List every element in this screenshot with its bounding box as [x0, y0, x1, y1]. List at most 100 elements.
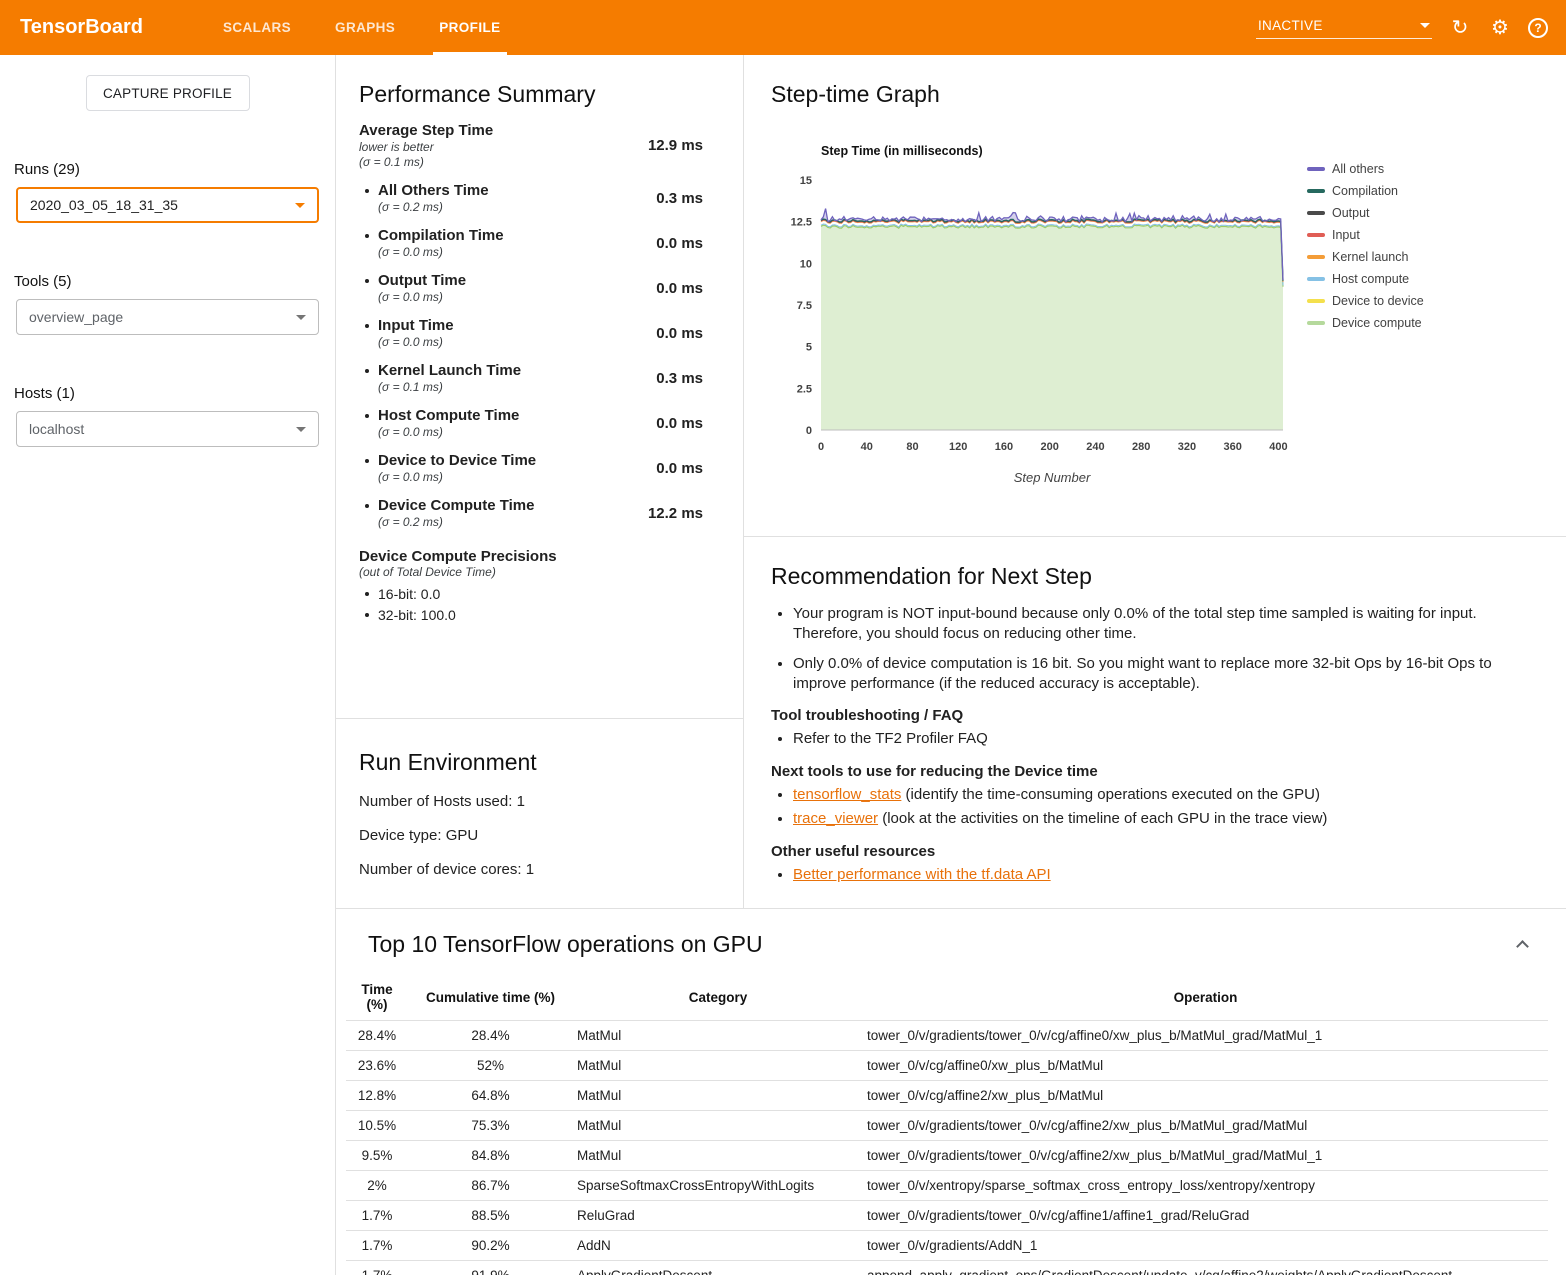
ops-table-row: 1.7%91.9%ApplyGradientDescentappend_appl… [346, 1261, 1548, 1275]
next-tools-list: tensorflow_stats (identify the time-cons… [771, 785, 1520, 829]
svg-text:160: 160 [995, 441, 1013, 453]
refresh-icon[interactable]: ↻ [1448, 16, 1472, 40]
chevron-down-icon [296, 427, 306, 432]
ops-cell: 90.2% [408, 1231, 573, 1261]
recommendation-bullets: Your program is NOT input-bound because … [771, 604, 1520, 693]
collapse-section-button[interactable] [1510, 933, 1534, 957]
capture-profile-button[interactable]: CAPTURE PROFILE [86, 75, 250, 111]
svg-text:400: 400 [1269, 441, 1287, 453]
legend-item: Device to device [1307, 294, 1424, 308]
summary-column: Performance Summary Average Step Time lo… [336, 55, 744, 908]
runs-dropdown[interactable]: 2020_03_05_18_31_35 [16, 187, 319, 223]
svg-text:80: 80 [906, 441, 918, 453]
tools-dropdown[interactable]: overview_page [16, 299, 319, 335]
tab-graphs[interactable]: GRAPHS [313, 0, 417, 55]
tab-scalars[interactable]: SCALARS [201, 0, 313, 55]
precision-item: 16-bit: 0.0 [359, 586, 703, 602]
faq-title: Tool troubleshooting / FAQ [771, 707, 1520, 724]
svg-text:0: 0 [806, 425, 812, 437]
ops-cell: tower_0/v/gradients/tower_0/v/cg/affine1… [863, 1201, 1548, 1231]
bullet-icon [365, 369, 369, 373]
metric-name: Compilation Time [378, 227, 504, 244]
ops-table-row: 1.7%88.5%ReluGradtower_0/v/gradients/tow… [346, 1201, 1548, 1231]
bullet-icon [365, 414, 369, 418]
performance-summary-title: Performance Summary [359, 81, 703, 108]
help-icon[interactable]: ? [1528, 18, 1548, 38]
environment-line: Number of device cores: 1 [359, 861, 720, 878]
runs-dropdown-value: 2020_03_05_18_31_35 [30, 197, 178, 213]
metric-name: Average Step Time [359, 122, 493, 139]
ops-cell: tower_0/v/gradients/tower_0/v/cg/affine0… [863, 1021, 1548, 1051]
step-time-chart[interactable]: 02.557.51012.515040801201602002402803203… [771, 170, 1301, 492]
perf-summary-item: Device to Device Time(σ = 0.0 ms)0.0 ms [359, 452, 703, 484]
legend-swatch [1307, 211, 1325, 215]
step-time-chart-area: Step Time (in milliseconds) 02.557.51012… [771, 144, 1556, 495]
tools-dropdown-value: overview_page [29, 309, 123, 325]
svg-text:12.5: 12.5 [791, 217, 812, 229]
legend-swatch [1307, 189, 1325, 193]
recommendation-bullet: Your program is NOT input-bound because … [793, 604, 1520, 643]
chart-title: Step Time (in milliseconds) [821, 144, 1301, 158]
perf-summary-item: Compilation Time(σ = 0.0 ms) 0.0 ms [359, 227, 703, 259]
page-layout: CAPTURE PROFILE Runs (29) 2020_03_05_18_… [0, 55, 1566, 1275]
ops-cell: MatMul [573, 1141, 863, 1171]
chevron-up-icon [1516, 940, 1529, 953]
legend-label: Kernel launch [1332, 250, 1408, 264]
ops-cell: 1.7% [346, 1261, 408, 1275]
svg-text:7.5: 7.5 [797, 300, 812, 312]
svg-text:5: 5 [806, 342, 812, 354]
ops-table-row: 1.7%90.2%AddNtower_0/v/gradients/AddN_1 [346, 1231, 1548, 1261]
precision-value: 32-bit: 100.0 [378, 607, 456, 623]
perf-summary-item: Output Time(σ = 0.0 ms)0.0 ms [359, 272, 703, 304]
status-dropdown[interactable]: INACTIVE [1256, 16, 1432, 39]
metric-value: 0.0 ms [656, 235, 703, 252]
tools-label: Tools (5) [14, 273, 335, 290]
runs-label: Runs (29) [14, 161, 335, 178]
ops-cell: ReluGrad [573, 1201, 863, 1231]
chevron-down-icon [296, 315, 306, 320]
perf-summary-item: Input Time(σ = 0.0 ms)0.0 ms [359, 317, 703, 349]
legend-swatch [1307, 299, 1325, 303]
ops-cell: 10.5% [346, 1111, 408, 1141]
ops-cell: tower_0/v/gradients/tower_0/v/cg/affine2… [863, 1141, 1548, 1171]
ops-cell: 28.4% [408, 1021, 573, 1051]
ops-cell: AddN [573, 1231, 863, 1261]
ops-col-header: Time (%) [346, 974, 408, 1021]
chevron-down-icon [295, 203, 305, 208]
legend-swatch [1307, 255, 1325, 259]
legend-label: Compilation [1332, 184, 1398, 198]
recommendation-section: Recommendation for Next Step Your progra… [744, 537, 1566, 889]
metric-name: Output Time [378, 272, 466, 289]
metric-sigma: (σ = 0.0 ms) [378, 290, 466, 304]
tool-link[interactable]: tensorflow_stats [793, 786, 901, 803]
legend-label: Output [1332, 206, 1370, 220]
ops-cell: 2% [346, 1171, 408, 1201]
main-content: Performance Summary Average Step Time lo… [335, 55, 1566, 1275]
ops-cell: ApplyGradientDescent [573, 1261, 863, 1275]
svg-text:360: 360 [1224, 441, 1242, 453]
ops-table-row: 10.5%75.3%MatMultower_0/v/gradients/towe… [346, 1111, 1548, 1141]
ops-col-header: Cumulative time (%) [408, 974, 573, 1021]
hosts-dropdown[interactable]: localhost [16, 411, 319, 447]
tfdata-api-link[interactable]: Better performance with the tf.data API [793, 866, 1051, 883]
faq-list: Refer to the TF2 Profiler FAQ [771, 729, 1520, 749]
metric-sigma: (σ = 0.0 ms) [378, 245, 504, 259]
tab-profile[interactable]: PROFILE [417, 0, 522, 55]
metric-sigma: (σ = 0.0 ms) [378, 470, 536, 484]
legend-item: Kernel launch [1307, 250, 1424, 264]
tool-link[interactable]: trace_viewer [793, 810, 878, 827]
precision-value: 16-bit: 0.0 [378, 586, 440, 602]
graph-column: Step-time Graph Step Time (in millisecon… [744, 55, 1566, 908]
step-time-graph-section: Step-time Graph Step Time (in millisecon… [744, 55, 1566, 537]
metric-value: 0.3 ms [656, 190, 703, 207]
metric-name: Device to Device Time [378, 452, 536, 469]
legend-label: Host compute [1332, 272, 1409, 286]
metric-value: 12.2 ms [648, 505, 703, 522]
legend-label: All others [1332, 162, 1384, 176]
ops-cell: 9.5% [346, 1141, 408, 1171]
settings-gear-icon[interactable]: ⚙ [1488, 16, 1512, 40]
ops-cell: tower_0/v/gradients/tower_0/v/cg/affine2… [863, 1111, 1548, 1141]
metric-name: All Others Time [378, 182, 489, 199]
perf-summary-item: Device Compute Time(σ = 0.2 ms)12.2 ms [359, 497, 703, 529]
ops-cell: 86.7% [408, 1171, 573, 1201]
